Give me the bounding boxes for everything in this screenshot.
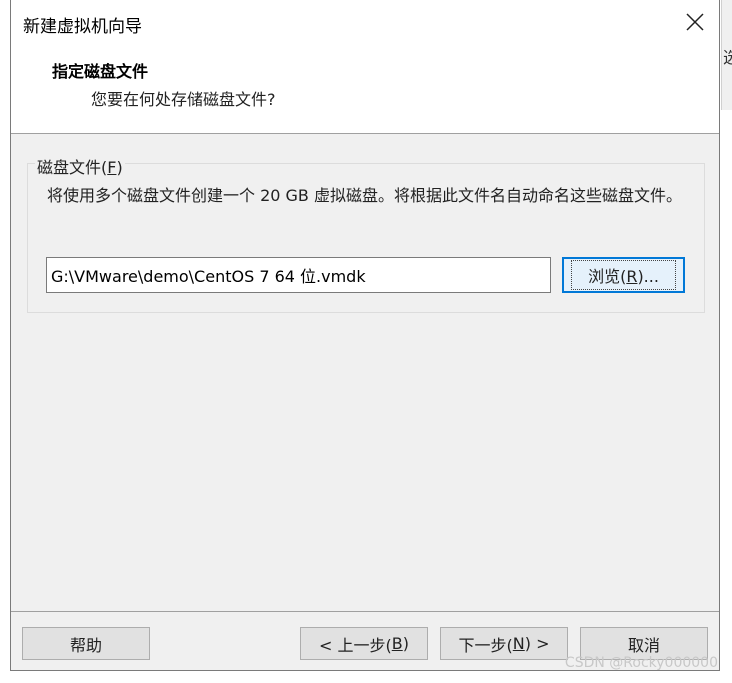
next-button[interactable]: 下一步(N) > [440, 627, 568, 660]
wizard-header: 指定磁盘文件 您要在何处存储磁盘文件? [11, 44, 719, 134]
title-bar: 新建虚拟机向导 [11, 0, 719, 44]
page-subtitle: 您要在何处存储磁盘文件? [91, 90, 276, 109]
close-button[interactable] [679, 6, 711, 38]
watermark: CSDN @Rocky000000 [564, 655, 718, 671]
footer-divider [11, 611, 719, 612]
help-button[interactable]: 帮助 [22, 627, 150, 660]
new-vm-wizard-dialog: 新建虚拟机向导 指定磁盘文件 您要在何处存储磁盘文件? 磁盘文件(F) 将使用多… [10, 0, 720, 671]
page-title: 指定磁盘文件 [52, 62, 149, 81]
disk-file-path-input[interactable] [46, 257, 551, 293]
close-icon [686, 13, 704, 31]
disk-file-description: 将使用多个磁盘文件创建一个 20 GB 虚拟磁盘。将根据此文件名自动命名这些磁盘… [47, 186, 682, 205]
background-window-text: 选 [723, 48, 732, 67]
browse-button[interactable]: 浏览(R)... [562, 257, 685, 293]
window-title: 新建虚拟机向导 [23, 17, 142, 37]
disk-file-group-label: 磁盘文件(F) [35, 154, 125, 178]
browse-button-label: 浏览(R)... [571, 260, 676, 290]
back-button[interactable]: < 上一步(B) [300, 627, 428, 660]
